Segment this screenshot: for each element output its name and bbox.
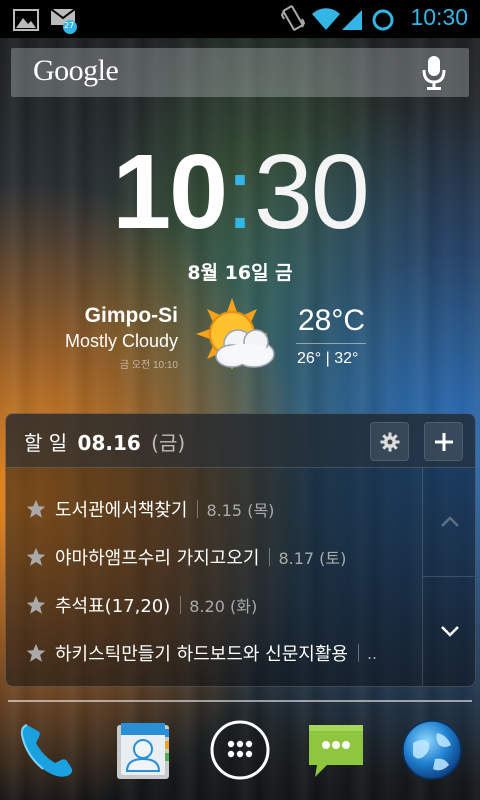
todo-item-divider [357,644,359,662]
contacts-icon [117,723,169,779]
plus-icon [434,432,453,451]
clock-date: 8월 16일 금 [187,262,293,284]
dock-phone[interactable] [14,716,82,784]
todo-item[interactable]: 도서관에서책찾기 8.15 (목) [6,485,421,533]
todo-item[interactable]: 추석표(17,20) 8.20 (화) [6,581,421,629]
todo-item[interactable]: 하키스틱만들기 하드보드와 신문지활용 .. [6,629,421,677]
todo-scroll-column [422,468,475,686]
todo-header: 할 일 08.16 (금) [6,414,475,468]
sync-icon [372,9,394,31]
star-icon[interactable] [25,642,47,664]
star-icon[interactable] [25,498,47,520]
weather-temperature: 28°C [298,304,366,337]
dock-app-drawer[interactable] [206,716,274,784]
dock-divider [8,700,472,702]
todo-item-divider [180,596,182,614]
todo-item-name: 야마하앰프수리 가지고오기 [55,548,260,569]
weather-range: 26° | 32° [297,350,359,367]
notification-badge: 27 [64,21,75,30]
chevron-up-icon [440,516,459,527]
weather-divider [296,343,366,344]
todo-list: 도서관에서책찾기 8.15 (목) 야마하앰프수리 가지고오기 8.17 (토)… [6,468,421,686]
todo-title[interactable]: 할 일 08.16 (금) [24,427,185,456]
todo-item-divider [197,500,199,518]
todo-scroll-down-button[interactable] [423,577,475,685]
todo-settings-button[interactable] [370,422,409,461]
clock-minutes: 30 [253,133,370,251]
todo-title-date: 08.16 [77,431,141,455]
star-icon[interactable] [25,546,47,568]
todo-item[interactable]: 야마하앰프수리 가지고오기 8.17 (토) [6,533,421,581]
todo-item-date: .. [366,643,378,663]
star-icon[interactable] [25,594,47,616]
dock-contacts[interactable] [108,716,176,784]
todo-title-day: (금) [151,431,186,455]
todo-title-prefix: 할 일 [24,431,68,455]
todo-item-date: 8.17 (토) [278,549,347,568]
signal-icon [342,10,362,30]
todo-item-name: 하키스틱만들기 하드보드와 신문지활용 [55,644,348,665]
phone-icon [20,724,73,777]
google-logo[interactable]: Google [33,54,119,88]
clock-hours: 10 [112,133,228,251]
todo-add-button[interactable] [424,422,463,461]
todo-widget: 할 일 08.16 (금) 도서관에서책찾기 8.15 (목) 야마하앰프수리 … [5,413,476,687]
wifi-icon [312,8,340,30]
vibrate-icon [281,5,305,31]
weather-updated: 금 오전 10:10 [119,360,178,371]
status-time: 10:30 [410,4,468,30]
browser-icon [402,720,462,780]
clock-separator: : [226,138,254,250]
gear-icon [380,432,399,451]
todo-item-name: 도서관에서책찾기 [55,500,188,521]
weather-condition: Mostly Cloudy [64,331,178,351]
chevron-down-icon [440,626,459,637]
messaging-icon [309,725,363,777]
dock-messaging[interactable] [302,716,370,784]
todo-item-name: 추석표(17,20) [55,596,171,617]
todo-item-divider [269,548,271,566]
todo-item-date: 8.15 (목) [206,501,275,520]
clock-widget[interactable]: 10:30 [0,132,480,253]
dock-browser[interactable] [398,716,466,784]
app-drawer-icon [210,720,270,780]
weather-city[interactable]: Gimpo-Si [85,304,178,328]
google-search-bar[interactable]: Google [11,48,469,97]
status-bar: 27 10:30 [0,0,480,38]
sun-cloud-icon[interactable] [196,296,282,382]
mic-icon[interactable] [421,55,447,91]
picture-icon [13,9,39,31]
todo-scroll-up-button[interactable] [423,468,475,577]
todo-item-date: 8.20 (화) [189,597,258,616]
